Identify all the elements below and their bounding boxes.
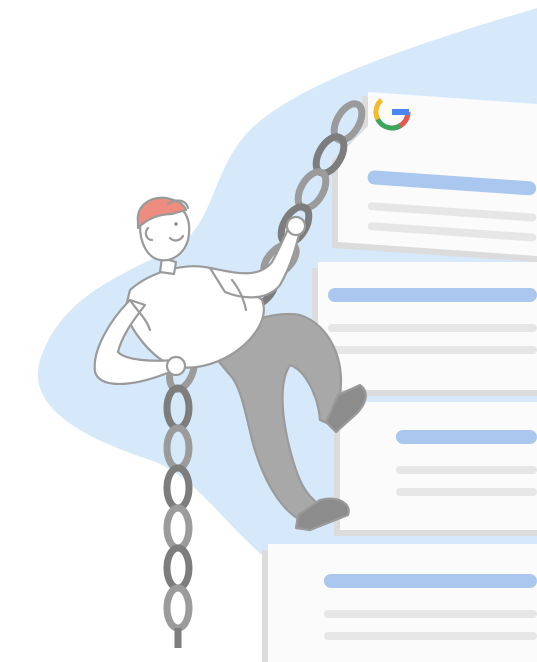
result-card-2	[312, 262, 537, 396]
climber-hand-left	[165, 355, 187, 377]
result-card-3	[334, 402, 537, 536]
climber-hand-right	[285, 215, 307, 237]
google-logo-letter: G	[0, 0, 20, 6]
link-building-illustration: G	[0, 0, 537, 662]
result-card-4	[262, 544, 537, 662]
